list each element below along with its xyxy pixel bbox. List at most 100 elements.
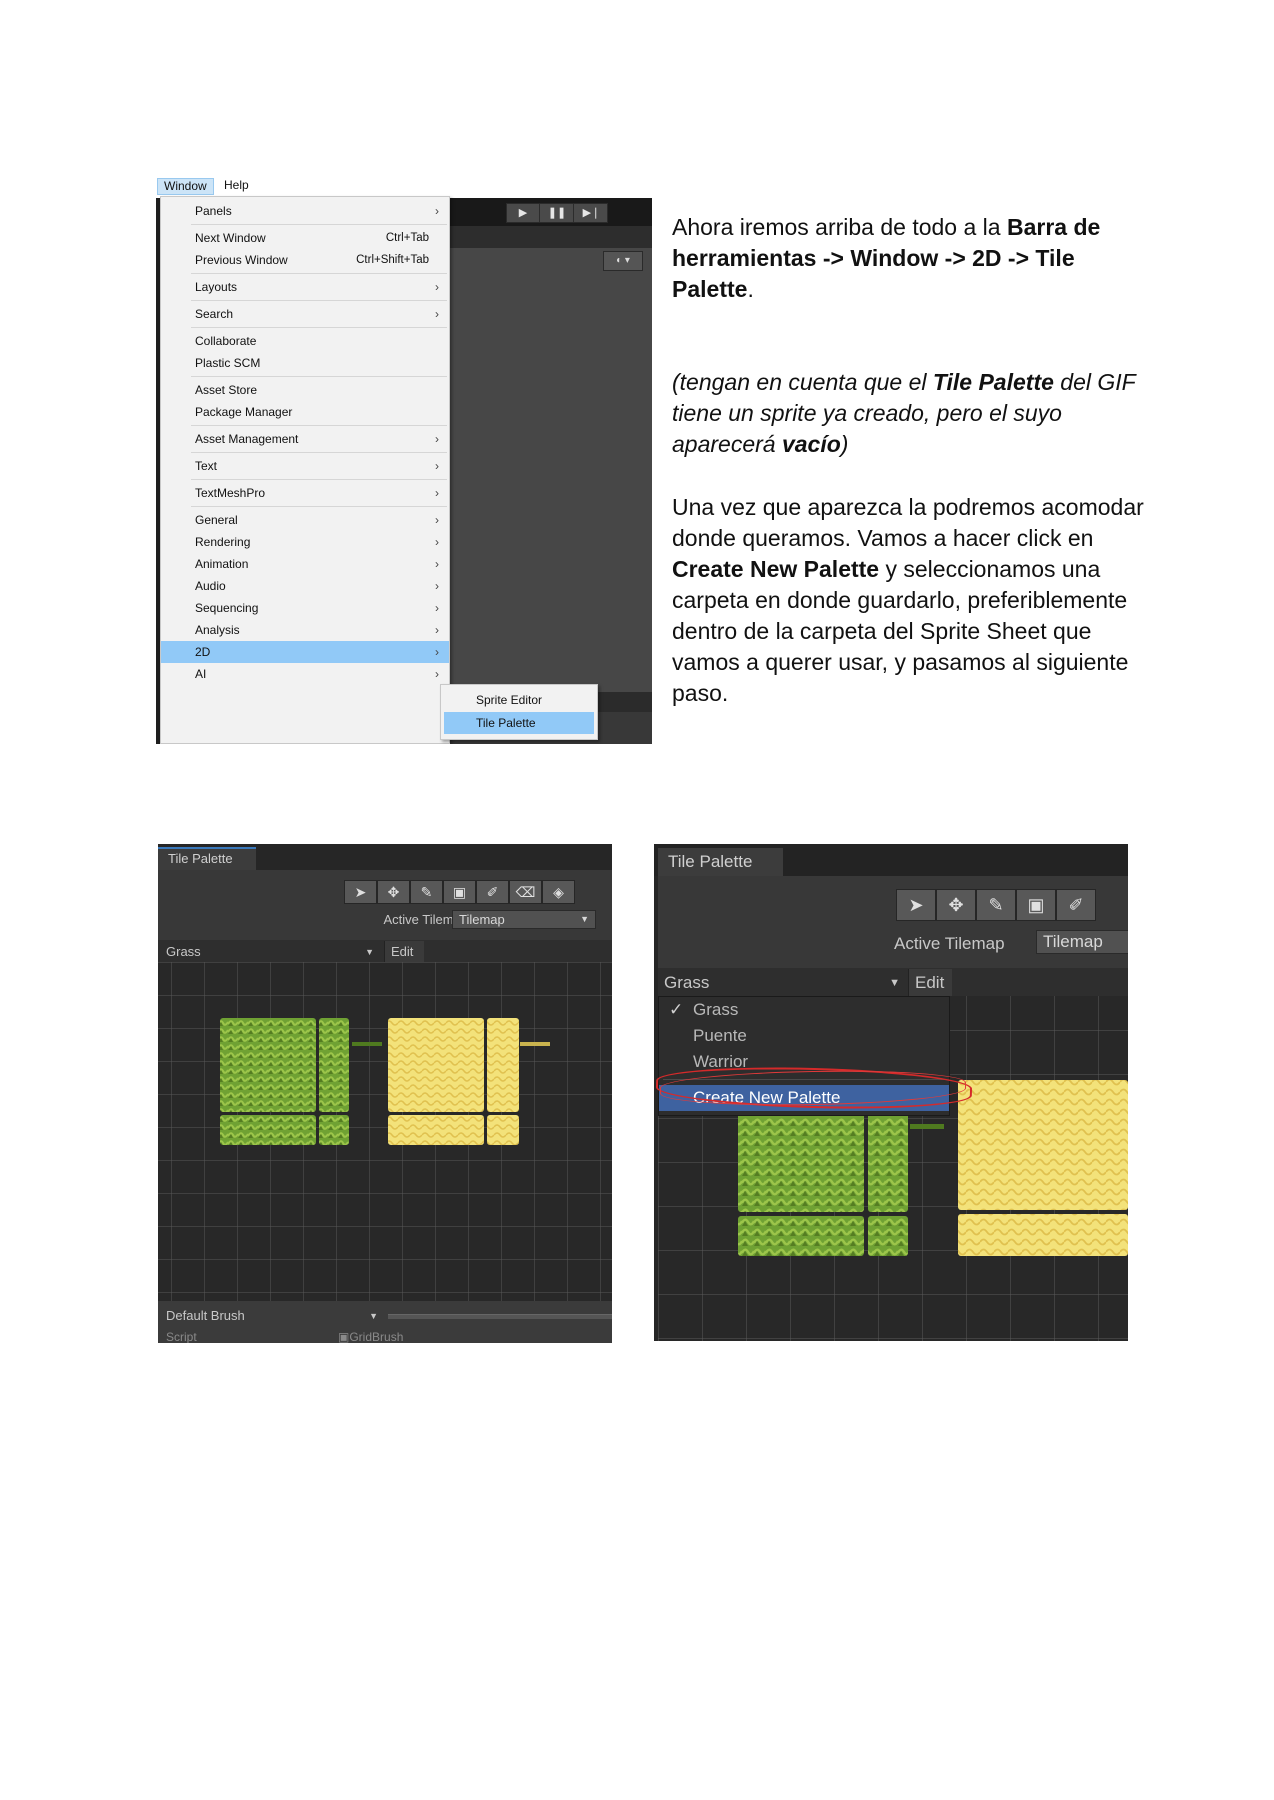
menu-item-sprite-editor[interactable]: Sprite Editor [444, 689, 594, 711]
menu-item-previous-window[interactable]: Previous Window Ctrl+Shift+Tab [161, 249, 449, 271]
eraser-icon[interactable]: ⌫ [509, 880, 542, 904]
menu-separator [191, 327, 447, 328]
edit-button[interactable]: Edit [384, 941, 424, 962]
picker-icon[interactable]: ✐ [476, 880, 509, 904]
menu-item-label: Package Manager [195, 405, 293, 419]
play-icon[interactable]: ▶ [507, 204, 540, 222]
menu-separator [191, 452, 447, 453]
active-tilemap-dropdown[interactable]: Tilemap ▼ [452, 910, 596, 929]
menu-item-rendering[interactable]: Rendering › [161, 531, 449, 553]
menu-item-label: Asset Store [195, 383, 258, 397]
chevron-down-icon: ▼ [580, 914, 589, 924]
option-label: Puente [693, 1026, 747, 1045]
menu-item-ai[interactable]: AI › [161, 663, 449, 685]
menubar-window[interactable]: Window [157, 178, 214, 195]
move-icon[interactable]: ✥ [377, 880, 410, 904]
menu-item-analysis[interactable]: Analysis › [161, 619, 449, 641]
text-run: ) [840, 431, 849, 457]
menu-separator [191, 224, 447, 225]
brush-dropdown[interactable]: Default Brush ▼ [162, 1306, 386, 1326]
palette-grid-canvas [158, 962, 612, 1301]
menu-item-asset-management[interactable]: Asset Management › [161, 428, 449, 450]
select-icon[interactable]: ➤ [896, 889, 936, 921]
editor-menubar: Window Help [156, 176, 652, 196]
tab-tile-palette[interactable]: Tile Palette [658, 848, 783, 876]
active-tilemap-value: Tilemap [1043, 932, 1103, 951]
chevron-right-icon: › [435, 579, 439, 593]
menu-item-panels[interactable]: Panels › [161, 200, 449, 222]
chevron-right-icon: › [435, 557, 439, 571]
paint-brush-icon[interactable]: ✎ [410, 880, 443, 904]
text-run: Una vez que aparezca la podremos acomoda… [672, 494, 1144, 551]
menu-item-next-window[interactable]: Next Window Ctrl+Tab [161, 227, 449, 249]
window-menu-screenshot: Window Help ▶ ❚❚ ▶❘ ◐ ▾ Panels › Next Wind… [156, 176, 652, 744]
menu-item-collaborate[interactable]: Collaborate [161, 330, 449, 352]
menu-item-label: Previous Window [195, 253, 288, 267]
menu-item-label: Search [195, 307, 234, 321]
box-fill-icon[interactable]: ▣ [443, 880, 476, 904]
tab-tile-palette[interactable]: Tile Palette [158, 847, 256, 870]
bold-text-run: Create New Palette [672, 556, 880, 582]
menu-item-general[interactable]: General › [161, 509, 449, 531]
menu-item-label: Analysis [195, 623, 240, 637]
menu-item-tile-palette[interactable]: Tile Palette [444, 712, 594, 734]
menu-item-textmeshpro[interactable]: TextMeshPro › [161, 482, 449, 504]
edit-button[interactable]: Edit [908, 969, 952, 996]
sand-tiles [958, 1080, 1128, 1256]
text-run: (tengan en cuenta que el [672, 369, 933, 395]
layers-dropdown[interactable]: ◐ ▾ [603, 251, 643, 271]
step-icon[interactable]: ▶❘ [575, 204, 608, 222]
menu-separator [191, 376, 447, 377]
menu-item-2d[interactable]: 2D › [161, 641, 449, 663]
menu-item-animation[interactable]: Animation › [161, 553, 449, 575]
palette-toolbar: ➤ ✥ ✎ ▣ ✐ [896, 889, 1128, 921]
chevron-right-icon: › [435, 513, 439, 527]
instruction-paragraph-3: Una vez que aparezca la podremos acomoda… [672, 492, 1156, 709]
picker-icon[interactable]: ✐ [1056, 889, 1096, 921]
move-icon[interactable]: ✥ [936, 889, 976, 921]
menu-item-audio[interactable]: Audio › [161, 575, 449, 597]
palette-dropdown[interactable]: Grass ▼ [664, 970, 908, 996]
chevron-down-icon: ▼ [365, 947, 374, 957]
menu-item-plastic-scm[interactable]: Plastic SCM [161, 352, 449, 374]
tile-palette-screenshot: Tile Palette ➤ ✥ ✎ ▣ ✐ ⌫ ◈ Active Tilema… [158, 844, 612, 1343]
tab-bar: Tile Palette [158, 844, 612, 870]
box-fill-icon[interactable]: ▣ [1016, 889, 1056, 921]
select-icon[interactable]: ➤ [344, 880, 377, 904]
palette-value: Grass [664, 973, 710, 992]
menu-item-shortcut: Ctrl+Tab [385, 232, 429, 244]
menu-item-label: General [195, 513, 238, 527]
menu-item-shortcut: Ctrl+Shift+Tab [356, 254, 429, 266]
menu-item-label: Rendering [195, 535, 251, 549]
menu-item-label: Layouts [195, 280, 238, 294]
fill-bucket-icon[interactable]: ◈ [542, 880, 575, 904]
bold-text-run: vacío [781, 431, 841, 457]
chevron-right-icon: › [435, 204, 439, 218]
palette-value: Grass [166, 944, 201, 959]
palette-option-puente[interactable]: Puente [659, 1023, 949, 1049]
palette-dropdown[interactable]: Grass ▼ [162, 942, 382, 962]
pause-icon[interactable]: ❚❚ [541, 204, 574, 222]
brush-slider[interactable] [388, 1314, 612, 1319]
brush-value: Default Brush [166, 1308, 245, 1323]
active-tilemap-dropdown[interactable]: Tilemap [1036, 930, 1128, 954]
paint-brush-icon[interactable]: ✎ [976, 889, 1016, 921]
text-run: Ahora iremos arriba de todo a la [672, 214, 1007, 240]
menu-item-search[interactable]: Search › [161, 303, 449, 325]
script-value: ▣GridBrush [338, 1330, 403, 1343]
menu-item-asset-store[interactable]: Asset Store [161, 379, 449, 401]
menubar-help[interactable]: Help [218, 178, 255, 195]
menu-item-layouts[interactable]: Layouts › [161, 276, 449, 298]
menu-item-label: Animation [195, 557, 249, 571]
menu-separator [191, 273, 447, 274]
chevron-down-icon: ▼ [369, 1311, 378, 1321]
palette-grid[interactable] [158, 962, 612, 1301]
script-value-text: GridBrush [349, 1330, 404, 1343]
menu-item-text[interactable]: Text › [161, 455, 449, 477]
menu-item-label: Text [195, 459, 218, 473]
menu-item-package-manager[interactable]: Package Manager [161, 401, 449, 423]
palette-option-grass[interactable]: ✓ Grass [659, 997, 949, 1023]
palette-toolbar: ➤ ✥ ✎ ▣ ✐ ⌫ ◈ [344, 880, 594, 904]
menu-item-sequencing[interactable]: Sequencing › [161, 597, 449, 619]
menu-separator [191, 506, 447, 507]
